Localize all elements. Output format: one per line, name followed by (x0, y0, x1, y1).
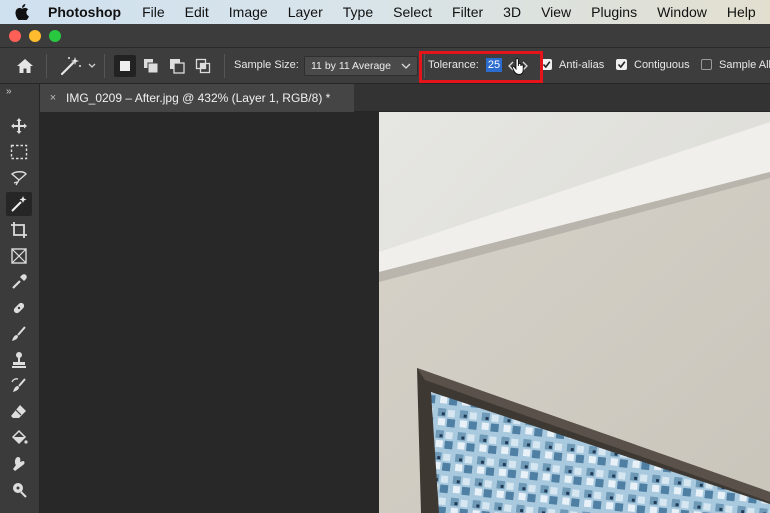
app-name-menu[interactable]: Photoshop (48, 4, 121, 20)
menu-view[interactable]: View (541, 4, 571, 20)
paint-bucket-icon[interactable] (6, 426, 32, 450)
tools-panel: » (0, 84, 40, 513)
menu-window[interactable]: Window (657, 4, 707, 20)
separator (104, 54, 105, 78)
sample-all-label: Sample All (719, 59, 770, 71)
menu-type[interactable]: Type (343, 4, 373, 20)
spot-healing-brush-icon[interactable] (6, 296, 32, 320)
move-tool-icon[interactable] (6, 114, 32, 138)
chevron-down-icon (401, 63, 411, 69)
sample-all-checkbox[interactable] (701, 59, 712, 70)
smudge-icon[interactable] (6, 452, 32, 476)
document-image (379, 112, 770, 513)
menu-3d[interactable]: 3D (503, 4, 521, 20)
menu-edit[interactable]: Edit (185, 4, 209, 20)
window-titlebar (0, 24, 770, 48)
close-tab-icon[interactable]: × (40, 92, 66, 104)
eraser-icon[interactable] (6, 400, 32, 424)
options-bar: Sample Size: 11 by 11 Average Tolerance:… (0, 48, 770, 84)
contiguous-checkbox[interactable] (616, 59, 627, 70)
menu-help[interactable]: Help (727, 4, 756, 20)
frame-tool-icon[interactable] (6, 244, 32, 268)
sample-size-value: 11 by 11 Average (311, 60, 391, 72)
subtract-from-selection-icon[interactable] (166, 55, 188, 77)
crop-icon[interactable] (6, 218, 32, 242)
menu-filter[interactable]: Filter (452, 4, 483, 20)
rectangular-marquee-icon[interactable] (6, 140, 32, 164)
menu-layer[interactable]: Layer (288, 4, 323, 20)
intersect-with-selection-icon[interactable] (192, 55, 214, 77)
canvas-area[interactable] (40, 112, 770, 513)
magic-wand-tool-icon[interactable] (6, 192, 32, 216)
separator (46, 54, 47, 78)
new-selection-icon[interactable] (114, 55, 136, 77)
clone-stamp-icon[interactable] (6, 348, 32, 372)
menu-plugins[interactable]: Plugins (591, 4, 637, 20)
lasso-icon[interactable] (6, 166, 32, 190)
menu-image[interactable]: Image (229, 4, 268, 20)
sample-size-label: Sample Size: (234, 59, 299, 71)
dodge-icon[interactable] (6, 478, 32, 502)
menu-select[interactable]: Select (393, 4, 432, 20)
brush-icon[interactable] (6, 322, 32, 346)
history-brush-icon[interactable] (6, 374, 32, 398)
document-tab[interactable]: × IMG_0209 – After.jpg @ 432% (Layer 1, … (40, 84, 354, 112)
window-zoom-button[interactable] (49, 30, 61, 42)
sample-size-select[interactable]: 11 by 11 Average (304, 56, 418, 76)
tolerance-highlight-box (419, 51, 543, 83)
menu-file[interactable]: File (142, 4, 165, 20)
document-tab-bar: × IMG_0209 – After.jpg @ 432% (Layer 1, … (40, 84, 770, 112)
contiguous-label: Contiguous (634, 59, 690, 71)
anti-alias-label: Anti-alias (559, 59, 605, 71)
document-tab-title: IMG_0209 – After.jpg @ 432% (Layer 1, RG… (66, 91, 331, 105)
menu-bar: Photoshop File Edit Image Layer Type Sel… (0, 0, 770, 24)
separator (224, 54, 225, 78)
window-close-button[interactable] (9, 30, 21, 42)
eyedropper-icon[interactable] (6, 270, 32, 294)
home-icon[interactable] (13, 56, 37, 76)
magic-wand-icon[interactable] (56, 54, 98, 78)
apple-logo-icon[interactable] (6, 4, 38, 20)
add-to-selection-icon[interactable] (140, 55, 162, 77)
collapse-panel-icon[interactable]: » (6, 86, 12, 97)
window-minimize-button[interactable] (29, 30, 41, 42)
